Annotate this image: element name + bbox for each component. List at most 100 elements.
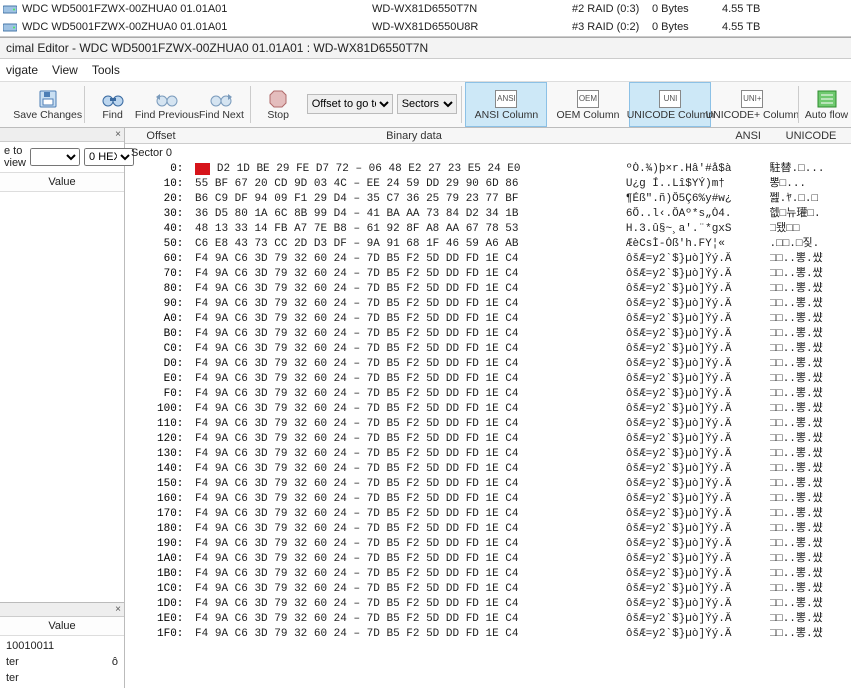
- hex-ansi[interactable]: ôšÆ=y2`$}µò]Ýý.Ä: [626, 552, 764, 567]
- hex-unicode[interactable]: □□..뽕.썄: [770, 567, 851, 582]
- hex-row[interactable]: F0:F4 9A C6 3D 79 32 60 24 – 7D B5 F2 5D…: [131, 387, 851, 402]
- hex-bytes[interactable]: F4 9A C6 3D 79 32 60 24 – 7D B5 F2 5D DD…: [195, 372, 614, 387]
- hex-bytes[interactable]: B6 C9 DF 94 09 F1 29 D4 – 35 C7 36 25 79…: [195, 192, 614, 207]
- hex-unicode[interactable]: □□..뽕.썄: [770, 297, 851, 312]
- hex-row[interactable]: 80:F4 9A C6 3D 79 32 60 24 – 7D B5 F2 5D…: [131, 282, 851, 297]
- device-row[interactable]: WDC WD5001FZWX-00ZHUA0 01.01A01 WD-WX81D…: [0, 0, 851, 18]
- cursor-byte[interactable]: BB: [195, 163, 210, 175]
- hex-bytes[interactable]: F4 9A C6 3D 79 32 60 24 – 7D B5 F2 5D DD…: [195, 357, 614, 372]
- hex-unicode[interactable]: .□□.□짖.: [770, 237, 851, 252]
- hex-ansi[interactable]: ôšÆ=y2`$}µò]Ýý.Ä: [626, 462, 764, 477]
- hex-row[interactable]: 170:F4 9A C6 3D 79 32 60 24 – 7D B5 F2 5…: [131, 507, 851, 522]
- hex-bytes[interactable]: F4 9A C6 3D 79 32 60 24 – 7D B5 F2 5D DD…: [195, 417, 614, 432]
- hex-ansi[interactable]: 6Õ..l‹.ÔAº*s„Ò4.: [626, 207, 764, 222]
- hex-row[interactable]: 140:F4 9A C6 3D 79 32 60 24 – 7D B5 F2 5…: [131, 462, 851, 477]
- hex-ansi[interactable]: ôšÆ=y2`$}µò]Ýý.Ä: [626, 567, 764, 582]
- hex-ansi[interactable]: ôšÆ=y2`$}µò]Ýý.Ä: [626, 612, 764, 627]
- hex-row[interactable]: 30:36 D5 80 1A 6C 8B 99 D4 – 41 BA AA 73…: [131, 207, 851, 222]
- hex-unicode[interactable]: □□..뽕.썄: [770, 507, 851, 522]
- hex-unicode[interactable]: 쩶.ﾔ.□.□: [770, 192, 851, 207]
- hex-unicode[interactable]: □□..뽕.썄: [770, 342, 851, 357]
- hex-ansi[interactable]: ôšÆ=y2`$}µò]Ýý.Ä: [626, 387, 764, 402]
- hex-ansi[interactable]: ôšÆ=y2`$}µò]Ýý.Ä: [626, 582, 764, 597]
- hex-row[interactable]: B0:F4 9A C6 3D 79 32 60 24 – 7D B5 F2 5D…: [131, 327, 851, 342]
- hex-unicode[interactable]: □□..뽕.썄: [770, 582, 851, 597]
- hex-unicode[interactable]: □□..뽕.썄: [770, 627, 851, 642]
- hex-unicode[interactable]: □□..뽕.썄: [770, 327, 851, 342]
- sectors-select[interactable]: Sectors: [397, 94, 457, 114]
- hex-ansi[interactable]: ôšÆ=y2`$}µò]Ýý.Ä: [626, 312, 764, 327]
- hex-bytes[interactable]: F4 9A C6 3D 79 32 60 24 – 7D B5 F2 5D DD…: [195, 402, 614, 417]
- save-changes-button[interactable]: Save Changes: [16, 82, 80, 127]
- hex-unicode[interactable]: □□..뽕.썄: [770, 312, 851, 327]
- hex-unicode[interactable]: □□..뽕.썄: [770, 597, 851, 612]
- find-next-button[interactable]: Find Next: [198, 82, 246, 127]
- hex-row[interactable]: 90:F4 9A C6 3D 79 32 60 24 – 7D B5 F2 5D…: [131, 297, 851, 312]
- panel-close-button[interactable]: ×: [0, 603, 124, 617]
- hex-bytes[interactable]: F4 9A C6 3D 79 32 60 24 – 7D B5 F2 5D DD…: [195, 282, 614, 297]
- hex-bytes[interactable]: F4 9A C6 3D 79 32 60 24 – 7D B5 F2 5D DD…: [195, 507, 614, 522]
- hex-bytes[interactable]: F4 9A C6 3D 79 32 60 24 – 7D B5 F2 5D DD…: [195, 552, 614, 567]
- hex-ansi[interactable]: ôšÆ=y2`$}µò]Ýý.Ä: [626, 342, 764, 357]
- hex-ansi[interactable]: ºÒ.¾)þ×r.Hâ'#å$à: [626, 162, 764, 177]
- hex-bytes[interactable]: F4 9A C6 3D 79 32 60 24 – 7D B5 F2 5D DD…: [195, 432, 614, 447]
- hex-row[interactable]: 100:F4 9A C6 3D 79 32 60 24 – 7D B5 F2 5…: [131, 402, 851, 417]
- hex-unicode[interactable]: 駐替.□...: [770, 162, 851, 177]
- hex-unicode[interactable]: 헶□뉴瓘□.: [770, 207, 851, 222]
- hex-row[interactable]: 60:F4 9A C6 3D 79 32 60 24 – 7D B5 F2 5D…: [131, 252, 851, 267]
- menu-navigate[interactable]: vigate: [6, 63, 38, 77]
- hex-row[interactable]: A0:F4 9A C6 3D 79 32 60 24 – 7D B5 F2 5D…: [131, 312, 851, 327]
- hex-ansi[interactable]: ôšÆ=y2`$}µò]Ýý.Ä: [626, 372, 764, 387]
- hex-bytes[interactable]: BB D2 1D BE 29 FE D7 72 – 06 48 E2 27 23…: [195, 162, 614, 177]
- hex-bytes[interactable]: F4 9A C6 3D 79 32 60 24 – 7D B5 F2 5D DD…: [195, 477, 614, 492]
- hex-bytes[interactable]: 36 D5 80 1A 6C 8B 99 D4 – 41 BA AA 73 84…: [195, 207, 614, 222]
- hex-bytes[interactable]: 55 BF 67 20 CD 9D 03 4C – EE 24 59 DD 29…: [195, 177, 614, 192]
- hex-ansi[interactable]: ôšÆ=y2`$}µò]Ýý.Ä: [626, 522, 764, 537]
- hex-bytes[interactable]: F4 9A C6 3D 79 32 60 24 – 7D B5 F2 5D DD…: [195, 537, 614, 552]
- hex-row[interactable]: 0:BB D2 1D BE 29 FE D7 72 – 06 48 E2 27 …: [131, 162, 851, 177]
- device-row[interactable]: WDC WD5001FZWX-00ZHUA0 01.01A01 WD-WX81D…: [0, 18, 851, 36]
- hex-unicode[interactable]: □□..뽕.썄: [770, 432, 851, 447]
- hex-ansi[interactable]: ÆèCsÌ-Óß'h.FY¦«: [626, 237, 764, 252]
- hex-ansi[interactable]: ôšÆ=y2`$}µò]Ýý.Ä: [626, 507, 764, 522]
- hex-unicode[interactable]: □□..뽕.썄: [770, 462, 851, 477]
- hex-row[interactable]: 1F0:F4 9A C6 3D 79 32 60 24 – 7D B5 F2 5…: [131, 627, 851, 642]
- offset-goto-select[interactable]: Offset to go to: [307, 94, 393, 114]
- hex-bytes[interactable]: F4 9A C6 3D 79 32 60 24 – 7D B5 F2 5D DD…: [195, 582, 614, 597]
- hex-bytes[interactable]: F4 9A C6 3D 79 32 60 24 – 7D B5 F2 5D DD…: [195, 612, 614, 627]
- hex-row[interactable]: 1B0:F4 9A C6 3D 79 32 60 24 – 7D B5 F2 5…: [131, 567, 851, 582]
- hex-row[interactable]: 130:F4 9A C6 3D 79 32 60 24 – 7D B5 F2 5…: [131, 447, 851, 462]
- unicode-column-button[interactable]: UNI UNICODE Column: [629, 82, 711, 127]
- hex-row[interactable]: 160:F4 9A C6 3D 79 32 60 24 – 7D B5 F2 5…: [131, 492, 851, 507]
- oem-column-button[interactable]: OEM OEM Column: [547, 82, 629, 127]
- hex-bytes[interactable]: F4 9A C6 3D 79 32 60 24 – 7D B5 F2 5D DD…: [195, 462, 614, 477]
- hex-ansi[interactable]: ôšÆ=y2`$}µò]Ýý.Ä: [626, 357, 764, 372]
- ansi-column-button[interactable]: ANSI ANSI Column: [465, 82, 547, 127]
- hex-ansi[interactable]: ôšÆ=y2`$}µò]Ýý.Ä: [626, 417, 764, 432]
- menu-view[interactable]: View: [52, 63, 78, 77]
- hex-row[interactable]: 40:48 13 33 14 FB A7 7E B8 – 61 92 8F A8…: [131, 222, 851, 237]
- hex-bytes[interactable]: F4 9A C6 3D 79 32 60 24 – 7D B5 F2 5D DD…: [195, 312, 614, 327]
- hex-unicode[interactable]: □□..뽕.썄: [770, 447, 851, 462]
- hex-row[interactable]: E0:F4 9A C6 3D 79 32 60 24 – 7D B5 F2 5D…: [131, 372, 851, 387]
- hex-row[interactable]: 180:F4 9A C6 3D 79 32 60 24 – 7D B5 F2 5…: [131, 522, 851, 537]
- menu-tools[interactable]: Tools: [92, 63, 120, 77]
- hex-row[interactable]: 1E0:F4 9A C6 3D 79 32 60 24 – 7D B5 F2 5…: [131, 612, 851, 627]
- hex-row[interactable]: 190:F4 9A C6 3D 79 32 60 24 – 7D B5 F2 5…: [131, 537, 851, 552]
- hex-ansi[interactable]: ôšÆ=y2`$}µò]Ýý.Ä: [626, 327, 764, 342]
- hex-unicode[interactable]: □□..뽕.썄: [770, 402, 851, 417]
- hex-ansi[interactable]: ¶Éß".ñ)Ô5Ç6%y#w¿: [626, 192, 764, 207]
- hex-ansi[interactable]: ôšÆ=y2`$}µò]Ýý.Ä: [626, 477, 764, 492]
- unicode-plus-column-button[interactable]: UNI+ UNICODE+ Column: [711, 82, 794, 127]
- hex-bytes[interactable]: F4 9A C6 3D 79 32 60 24 – 7D B5 F2 5D DD…: [195, 627, 614, 642]
- find-previous-button[interactable]: Find Previous: [137, 82, 198, 127]
- hex-ansi[interactable]: ôšÆ=y2`$}µò]Ýý.Ä: [626, 432, 764, 447]
- hex-bytes[interactable]: C6 E8 43 73 CC 2D D3 DF – 9A 91 68 1F 46…: [195, 237, 614, 252]
- hex-ansi[interactable]: H.3.û§~¸a'.¨*gxS: [626, 222, 764, 237]
- hex-bytes[interactable]: F4 9A C6 3D 79 32 60 24 – 7D B5 F2 5D DD…: [195, 522, 614, 537]
- hex-bytes[interactable]: F4 9A C6 3D 79 32 60 24 – 7D B5 F2 5D DD…: [195, 267, 614, 282]
- hex-row[interactable]: 10:55 BF 67 20 CD 9D 03 4C – EE 24 59 DD…: [131, 177, 851, 192]
- hex-unicode[interactable]: □□..뽕.썄: [770, 537, 851, 552]
- hex-row[interactable]: D0:F4 9A C6 3D 79 32 60 24 – 7D B5 F2 5D…: [131, 357, 851, 372]
- hex-ansi[interactable]: U¿g Í..Lî$YÝ)m†: [626, 177, 764, 192]
